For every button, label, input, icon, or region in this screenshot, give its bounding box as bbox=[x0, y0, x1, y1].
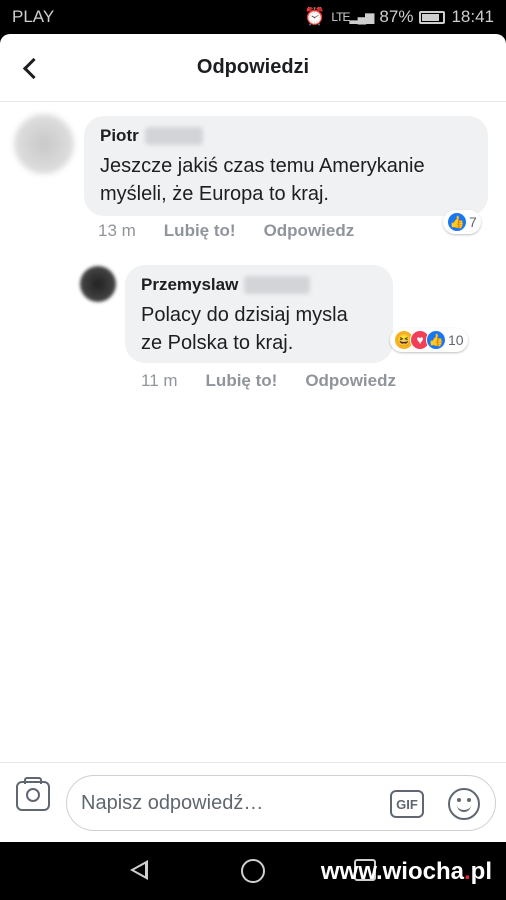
comment-time: 11 m bbox=[141, 371, 178, 390]
watermark-dot: . bbox=[464, 858, 471, 885]
reaction-count: 7 bbox=[469, 214, 477, 230]
gif-button[interactable]: GIF bbox=[390, 790, 424, 818]
comment-time: 13 m bbox=[98, 221, 136, 240]
comment-text-line: Polacy do dzisiaj mysla bbox=[141, 304, 348, 326]
header: Odpowiedzi bbox=[0, 34, 506, 102]
reaction-summary[interactable]: 😆 ♥ 👍 10 bbox=[390, 328, 468, 352]
reaction-count: 10 bbox=[448, 332, 464, 348]
blurred-surname bbox=[244, 276, 311, 294]
comment-text-line: Jeszcze jakiś czas temu Amerykanie bbox=[100, 155, 425, 177]
battery-percent: 87% bbox=[379, 7, 414, 26]
reply-input[interactable] bbox=[81, 790, 381, 816]
reply-button[interactable]: Odpowiedz bbox=[264, 221, 355, 241]
watermark: www.wiocha.pl bbox=[321, 858, 492, 886]
system-nav-bar: www.wiocha.pl bbox=[0, 842, 506, 900]
battery-icon bbox=[419, 10, 446, 24]
comment-actions: 13 m Lubię to! Odpowiedz bbox=[98, 221, 354, 241]
reply-composer: GIF bbox=[0, 762, 506, 842]
reaction-summary[interactable]: 👍 7 bbox=[443, 210, 481, 234]
carrier-name: PLAY bbox=[12, 7, 55, 26]
replies-screen: Odpowiedzi Piotr Jeszcze jakiś czas temu… bbox=[0, 34, 506, 842]
emoji-icon[interactable] bbox=[448, 788, 480, 820]
signal-icon: LTE▂▄▆ bbox=[331, 10, 374, 24]
like-button[interactable]: Lubię to! bbox=[206, 371, 278, 391]
blurred-surname bbox=[144, 127, 203, 145]
status-bar: PLAY ⏰ LTE▂▄▆ 87% 18:41 bbox=[0, 0, 506, 34]
avatar[interactable] bbox=[14, 114, 74, 174]
nav-back-icon[interactable] bbox=[130, 860, 148, 880]
author-name[interactable]: Przemyslaw bbox=[141, 275, 238, 295]
author-name[interactable]: Piotr bbox=[100, 126, 139, 146]
like-icon: 👍 bbox=[426, 330, 446, 350]
gif-label: GIF bbox=[396, 796, 418, 812]
comment-author[interactable]: Piotr bbox=[100, 126, 472, 146]
comment-author[interactable]: Przemyslaw bbox=[141, 275, 377, 295]
avatar[interactable] bbox=[80, 266, 116, 302]
comment-text: Jeszcze jakiś czas temu Amerykanie myśle… bbox=[100, 152, 472, 208]
comment-actions: 11 m Lubię to! Odpowiedz bbox=[141, 371, 396, 391]
status-icons: ⏰ LTE▂▄▆ 87% 18:41 bbox=[304, 7, 494, 27]
watermark-left: www.wiocha bbox=[320, 858, 464, 885]
comment-bubble[interactable]: Piotr Jeszcze jakiś czas temu Amerykanie… bbox=[84, 116, 488, 216]
comment-text-line: myśleli, że Europa to kraj. bbox=[100, 183, 329, 205]
nav-home-icon[interactable] bbox=[241, 859, 265, 883]
like-icon: 👍 bbox=[447, 212, 467, 232]
camera-icon[interactable] bbox=[16, 777, 50, 811]
comment-text: Polacy do dzisiaj mysla ze Polska to kra… bbox=[141, 301, 377, 357]
page-title: Odpowiedzi bbox=[196, 56, 310, 78]
watermark-right: pl bbox=[470, 858, 492, 885]
lte-label: LTE bbox=[331, 10, 350, 24]
reply-button[interactable]: Odpowiedz bbox=[305, 371, 396, 391]
clock: 18:41 bbox=[451, 7, 494, 26]
comment-bubble[interactable]: Przemyslaw Polacy do dzisiaj mysla ze Po… bbox=[125, 265, 393, 363]
comment-text-line: ze Polska to kraj. bbox=[141, 332, 294, 354]
reply-input-wrapper[interactable]: GIF bbox=[66, 775, 496, 831]
like-button[interactable]: Lubię to! bbox=[164, 221, 236, 241]
alarm-icon: ⏰ bbox=[304, 7, 326, 26]
